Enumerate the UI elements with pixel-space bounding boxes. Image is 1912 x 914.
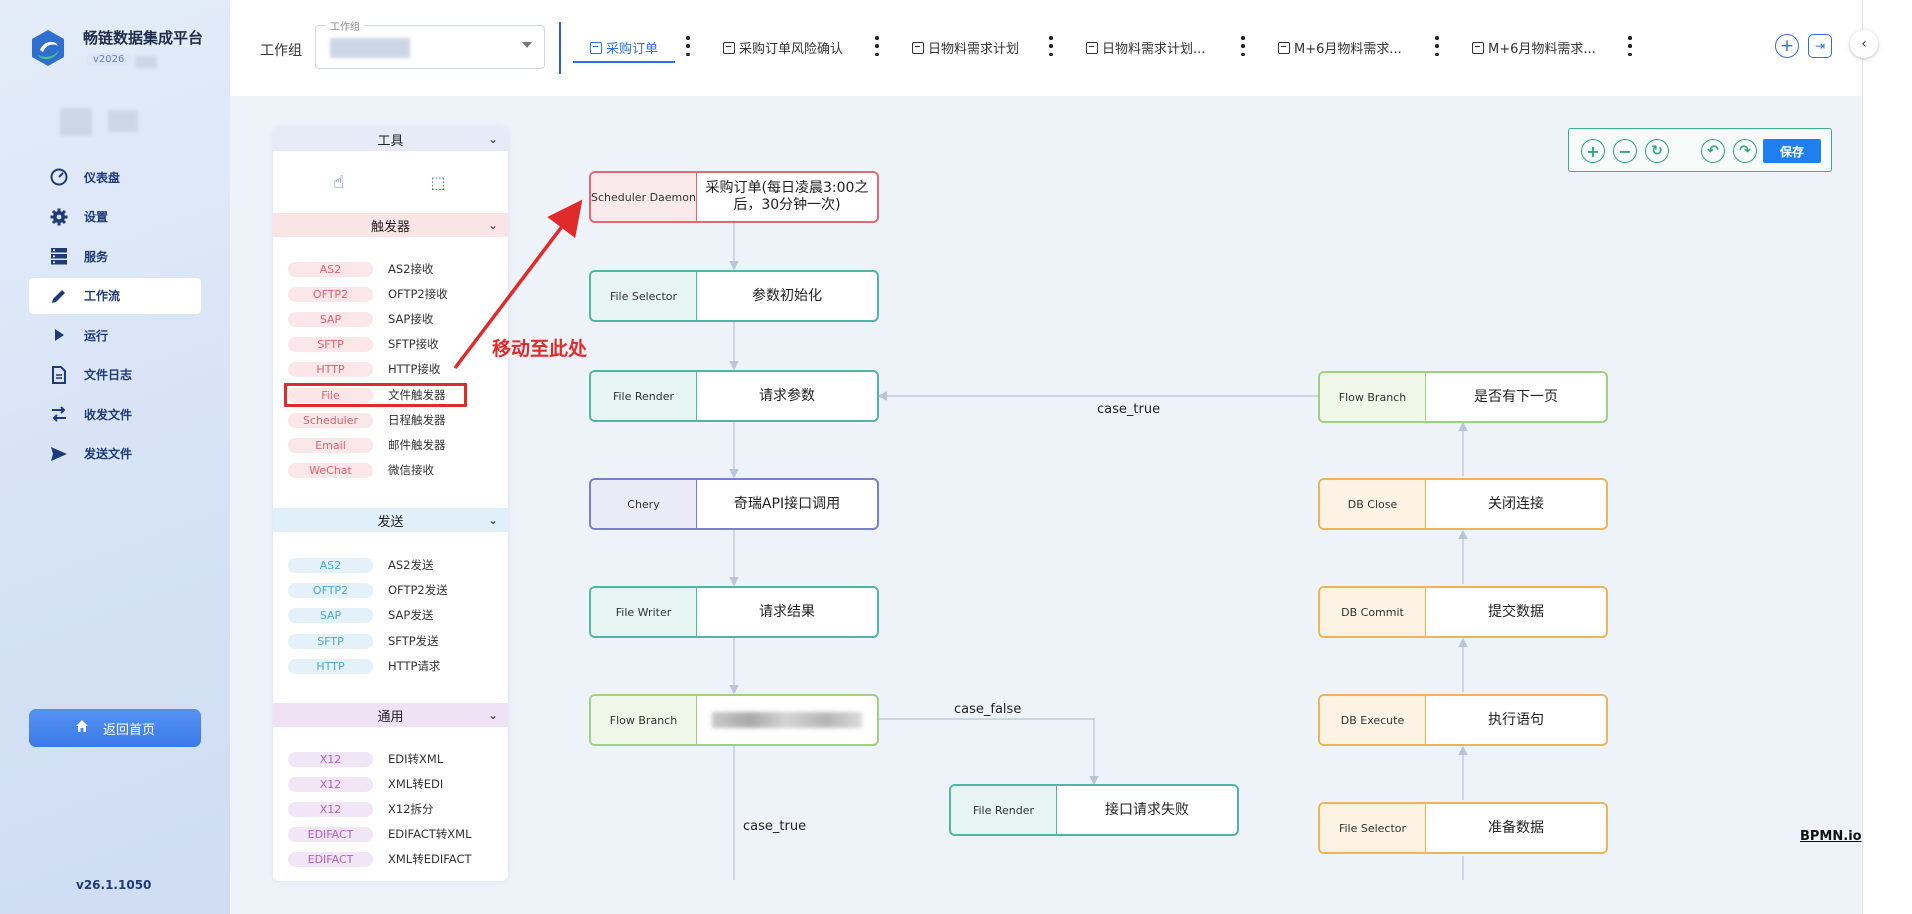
edge-label-case-true-bottom: case_true (743, 819, 807, 834)
node-label: 执行语句 (1488, 711, 1544, 728)
flow-node[interactable]: File Selector 准备数据 (1318, 802, 1608, 854)
node-type: DB Execute (1320, 696, 1426, 744)
flow-node[interactable]: DB Close 关闭连接 (1318, 478, 1608, 530)
flow-node[interactable]: DB Execute 执行语句 (1318, 694, 1608, 746)
flow-node[interactable]: Flow Branch (589, 694, 879, 746)
edge-label-case-true: case_true (1097, 402, 1161, 417)
node-label: 接口请求失败 (1105, 801, 1189, 818)
zoom-in-icon[interactable]: + (1581, 139, 1605, 163)
flow-node[interactable]: DB Commit 提交数据 (1318, 586, 1608, 638)
node-label: 奇瑞API接口调用 (733, 495, 841, 512)
flow-node[interactable]: Scheduler Daemon 采购订单(每日凌晨3:00之后，30分钟一次) (589, 171, 879, 223)
node-type: Flow Branch (591, 696, 697, 744)
flow-node[interactable]: Chery 奇瑞API接口调用 (589, 478, 879, 530)
edge-n6-n7 (878, 718, 1099, 786)
node-type: File Writer (591, 588, 697, 636)
node-label: 是否有下一页 (1474, 388, 1558, 405)
node-type: DB Close (1320, 480, 1426, 528)
node-label: 请求参数 (759, 387, 815, 404)
node-type: DB Commit (1320, 588, 1426, 636)
flow-node[interactable]: File Writer 请求结果 (589, 586, 879, 638)
canvas-toolbar: + − ↻ ↶ ↷ 保存 (1568, 128, 1832, 172)
node-type: Scheduler Daemon (591, 173, 697, 221)
node-label: 关闭连接 (1488, 495, 1544, 512)
redo-icon[interactable]: ↷ (1733, 139, 1757, 163)
node-label: 请求结果 (759, 603, 815, 620)
node-type: File Selector (1320, 804, 1426, 852)
reset-icon[interactable]: ↻ (1645, 139, 1669, 163)
node-type: File Render (951, 786, 1057, 834)
highlight-box (284, 383, 467, 407)
node-label (697, 696, 877, 744)
node-type: Flow Branch (1320, 373, 1426, 421)
node-type: Chery (591, 480, 697, 528)
node-type: File Render (591, 372, 697, 420)
node-label: 提交数据 (1488, 603, 1544, 620)
redacted-node-label (712, 712, 862, 728)
node-label: 准备数据 (1488, 819, 1544, 836)
node-type: File Selector (591, 272, 697, 320)
flow-node[interactable]: File Render 接口请求失败 (949, 784, 1239, 836)
flow-node[interactable]: File Render 请求参数 (589, 370, 879, 422)
node-label: 参数初始化 (752, 287, 822, 304)
undo-icon[interactable]: ↶ (1701, 139, 1725, 163)
flow-node[interactable]: File Selector 参数初始化 (589, 270, 879, 322)
flow-node[interactable]: Flow Branch 是否有下一页 (1318, 371, 1608, 423)
bpmn-watermark[interactable]: BPMN.io (1800, 829, 1862, 844)
save-button[interactable]: 保存 (1763, 139, 1821, 163)
annotation-text: 移动至此处 (492, 338, 588, 360)
edge-label-case-false: case_false (954, 702, 1022, 717)
zoom-out-icon[interactable]: − (1613, 139, 1637, 163)
node-label: 采购订单(每日凌晨3:00之后，30分钟一次) (705, 180, 869, 213)
